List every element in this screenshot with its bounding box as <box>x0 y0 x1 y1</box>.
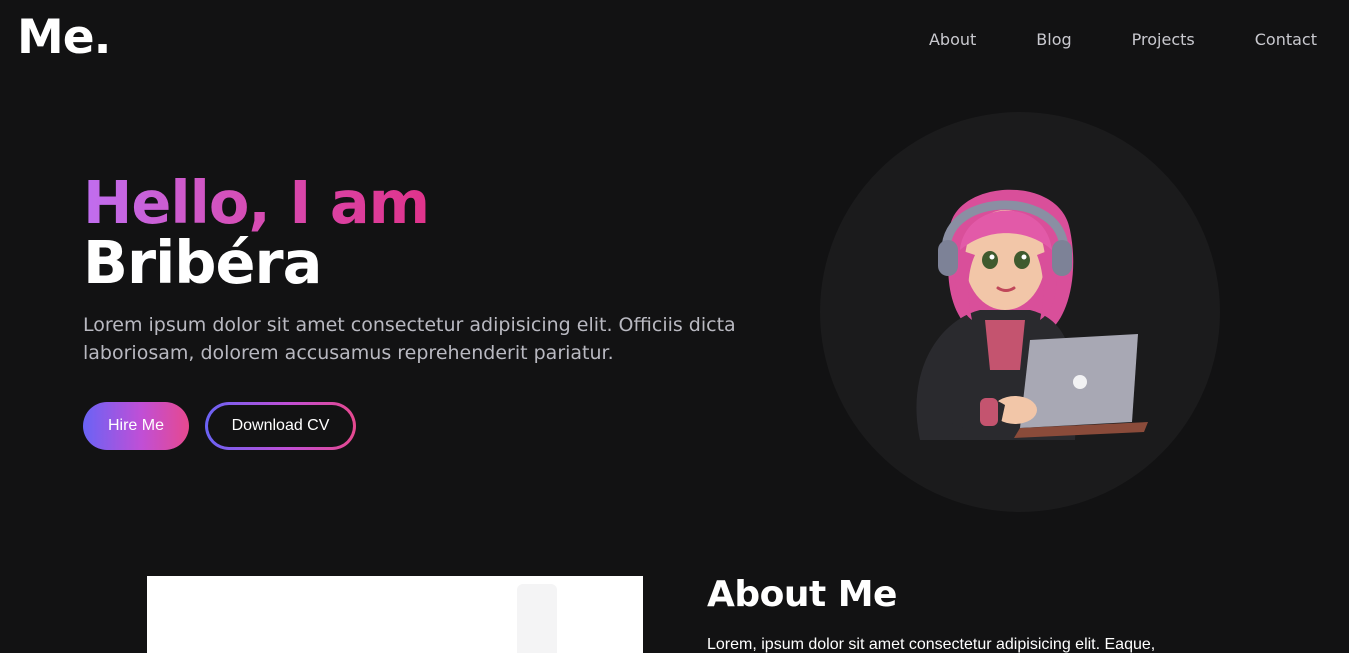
about-image <box>147 576 643 653</box>
avatar-girl-laptop-icon <box>916 189 1148 440</box>
logo[interactable]: Me. <box>17 14 112 61</box>
hero-greeting: Hello, I am <box>83 168 430 237</box>
nav-link-projects[interactable]: Projects <box>1132 30 1195 50</box>
main-nav: About Blog Projects Contact <box>929 30 1317 50</box>
hero-intro: Lorem ipsum dolor sit amet consectetur a… <box>83 314 736 364</box>
about-text: Lorem, ipsum dolor sit amet consectetur … <box>707 636 1156 653</box>
nav-link-contact[interactable]: Contact <box>1255 30 1317 50</box>
download-cv-button[interactable]: Download CV <box>205 402 356 450</box>
hero-name: Bribéra <box>83 228 322 297</box>
nav-link-about[interactable]: About <box>929 30 976 50</box>
hire-me-button[interactable]: Hire Me <box>83 402 189 450</box>
nav-link-blog[interactable]: Blog <box>1036 30 1071 50</box>
download-cv-label: Download CV <box>208 405 353 447</box>
page: Me. About Blog Projects Contact Hello, I… <box>0 0 1349 653</box>
about-title: About Me <box>707 574 897 615</box>
about-image-figure <box>517 584 557 653</box>
